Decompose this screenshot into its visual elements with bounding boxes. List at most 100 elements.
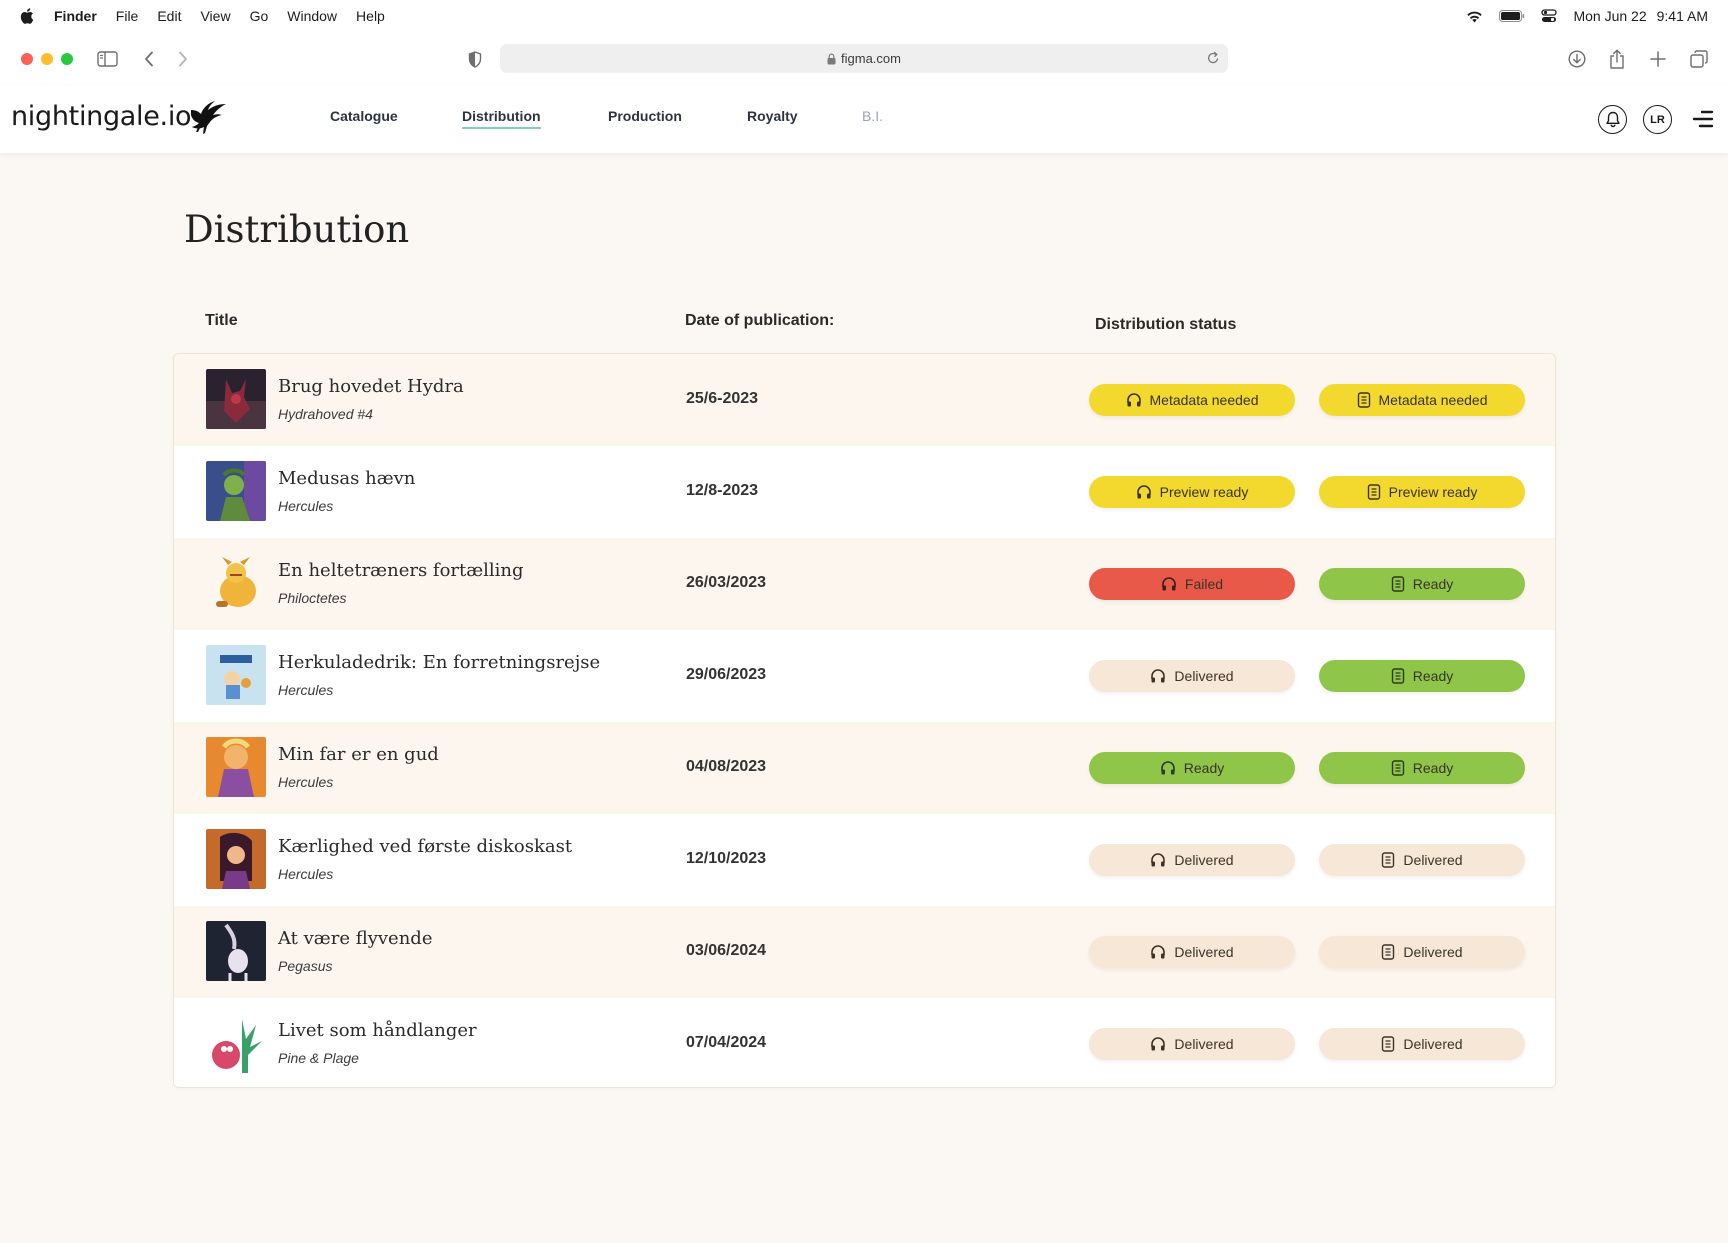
ebook-status-badge[interactable]: Preview ready <box>1319 476 1525 508</box>
reload-icon[interactable] <box>1206 50 1220 66</box>
status-label: Preview ready <box>1159 484 1249 500</box>
document-icon <box>1382 1036 1395 1052</box>
menu-finder[interactable]: Finder <box>54 8 97 24</box>
audiobook-status-badge[interactable]: Preview ready <box>1089 476 1295 508</box>
bell-icon <box>1605 111 1620 128</box>
new-tab-button[interactable] <box>1650 32 1666 86</box>
ebook-status-badge[interactable]: Ready <box>1319 568 1525 600</box>
status-label: Delivered <box>1174 944 1234 960</box>
menu-go[interactable]: Go <box>250 8 269 24</box>
headphones-icon <box>1136 485 1151 499</box>
publication-date: 25/6-2023 <box>686 390 759 407</box>
book-title: At være flyvende <box>278 928 433 949</box>
bird-logo-icon <box>191 101 227 134</box>
table-row[interactable]: At være flyvende Pegasus 03/06/2024 Deli… <box>174 906 1555 998</box>
status-label: Ready <box>1412 668 1454 684</box>
back-button[interactable] <box>144 32 154 86</box>
headphones-icon <box>1126 393 1141 407</box>
close-window-button[interactable] <box>21 53 33 65</box>
table-row[interactable]: Herkuladedrik: En forretningsrejse Hercu… <box>174 630 1555 722</box>
ebook-status-badge[interactable]: Ready <box>1319 660 1525 692</box>
address-bar[interactable]: figma.com <box>500 44 1228 73</box>
nav-catalogue[interactable]: Catalogue <box>330 108 398 124</box>
ebook-status-badge[interactable]: Delivered <box>1319 936 1525 968</box>
table-row[interactable]: Min far er en gud Hercules 04/08/2023 Re… <box>174 722 1555 814</box>
document-icon <box>1391 760 1404 776</box>
system-menubar: Finder File Edit View Go Window Help Mon… <box>0 0 1728 32</box>
audiobook-status-badge[interactable]: Metadata needed <box>1089 384 1295 416</box>
book-title: Kærlighed ved første diskoskast <box>278 836 573 857</box>
tab-overview-button[interactable] <box>1690 32 1708 86</box>
nav-royalty[interactable]: Royalty <box>747 108 798 124</box>
nav-bi[interactable]: B.I. <box>862 108 883 124</box>
table-row[interactable]: Kærlighed ved første diskoskast Hercules… <box>174 814 1555 906</box>
nav-distribution[interactable]: Distribution <box>462 108 541 129</box>
book-title: Herkuladedrik: En forretningsrejse <box>278 652 601 673</box>
browser-toolbar: figma.com <box>0 32 1728 86</box>
ebook-status-badge[interactable]: Delivered <box>1319 844 1525 876</box>
minimize-window-button[interactable] <box>41 53 53 65</box>
headphones-icon <box>1151 1037 1166 1051</box>
book-series: Philoctetes <box>278 590 347 606</box>
menu-edit[interactable]: Edit <box>157 8 181 24</box>
status-label: Ready <box>1183 760 1225 776</box>
status-label: Delivered <box>1403 852 1463 868</box>
status-label: Delivered <box>1174 668 1234 684</box>
share-button[interactable] <box>1609 32 1625 86</box>
column-header-status: Distribution status <box>1095 316 1237 333</box>
table-row[interactable]: Brug hovedet Hydra Hydrahoved #4 25/6-20… <box>174 354 1555 446</box>
audiobook-status-badge[interactable]: Delivered <box>1089 1028 1295 1060</box>
status-label: Delivered <box>1403 1036 1463 1052</box>
book-series: Hydrahoved #4 <box>278 406 373 422</box>
privacy-report-button[interactable] <box>468 32 482 86</box>
publication-date: 26/03/2023 <box>686 574 767 591</box>
document-icon <box>1391 576 1404 592</box>
audiobook-status-badge[interactable]: Delivered <box>1089 660 1295 692</box>
menu-window[interactable]: Window <box>287 8 337 24</box>
user-avatar-button[interactable]: LR <box>1643 105 1672 134</box>
ebook-status-badge[interactable]: Ready <box>1319 752 1525 784</box>
battery-icon[interactable] <box>1499 10 1525 22</box>
nightingale-logo[interactable]: nightingale.io <box>11 96 229 134</box>
document-icon <box>1391 668 1404 684</box>
forward-button[interactable] <box>178 32 188 86</box>
ebook-status-badge[interactable]: Delivered <box>1319 1028 1525 1060</box>
book-series: Hercules <box>278 682 334 698</box>
menubar-time: 9:41 AM <box>1656 8 1708 24</box>
audiobook-status-badge[interactable]: Delivered <box>1089 844 1295 876</box>
headphones-icon <box>1162 577 1176 591</box>
chevron-left-icon <box>145 51 153 67</box>
menu-view[interactable]: View <box>200 8 230 24</box>
control-center-icon[interactable] <box>1541 9 1558 23</box>
wifi-icon[interactable] <box>1466 10 1483 23</box>
chevron-right-icon <box>179 51 187 67</box>
audiobook-status-badge[interactable]: Ready <box>1089 752 1295 784</box>
zoom-window-button[interactable] <box>61 53 73 65</box>
downloads-button[interactable] <box>1568 32 1586 86</box>
book-series: Pine & Plage <box>278 1050 359 1066</box>
status-label: Delivered <box>1174 1036 1234 1052</box>
table-row[interactable]: Livet som håndlanger Pine & Plage 07/04/… <box>174 998 1555 1087</box>
status-label: Metadata needed <box>1378 392 1488 408</box>
status-label: Failed <box>1184 576 1224 592</box>
app-header: nightingale.io Catalogue Distribution Pr… <box>0 86 1728 153</box>
ebook-status-badge[interactable]: Metadata needed <box>1319 384 1525 416</box>
tabs-icon <box>1690 50 1708 68</box>
shield-icon <box>468 50 482 68</box>
sidebar-icon <box>97 51 118 67</box>
book-title: Medusas hævn <box>278 468 416 489</box>
table-row[interactable]: En heltetræners fortælling Philoctetes 2… <box>174 538 1555 630</box>
cover-thumbnail <box>206 553 266 613</box>
audiobook-status-badge[interactable]: Delivered <box>1089 936 1295 968</box>
apple-icon[interactable] <box>20 7 36 25</box>
audiobook-status-badge[interactable]: Failed <box>1089 568 1295 600</box>
sidebar-toggle-button[interactable] <box>97 32 118 86</box>
nav-production[interactable]: Production <box>608 108 682 124</box>
menu-button[interactable] <box>1692 110 1714 133</box>
menu-help[interactable]: Help <box>356 8 385 24</box>
status-label: Ready <box>1412 760 1454 776</box>
menu-file[interactable]: File <box>116 8 139 24</box>
notifications-button[interactable] <box>1598 105 1627 134</box>
table-row[interactable]: Medusas hævn Hercules 12/8-2023 Preview … <box>174 446 1555 538</box>
book-title: Livet som håndlanger <box>278 1020 477 1041</box>
